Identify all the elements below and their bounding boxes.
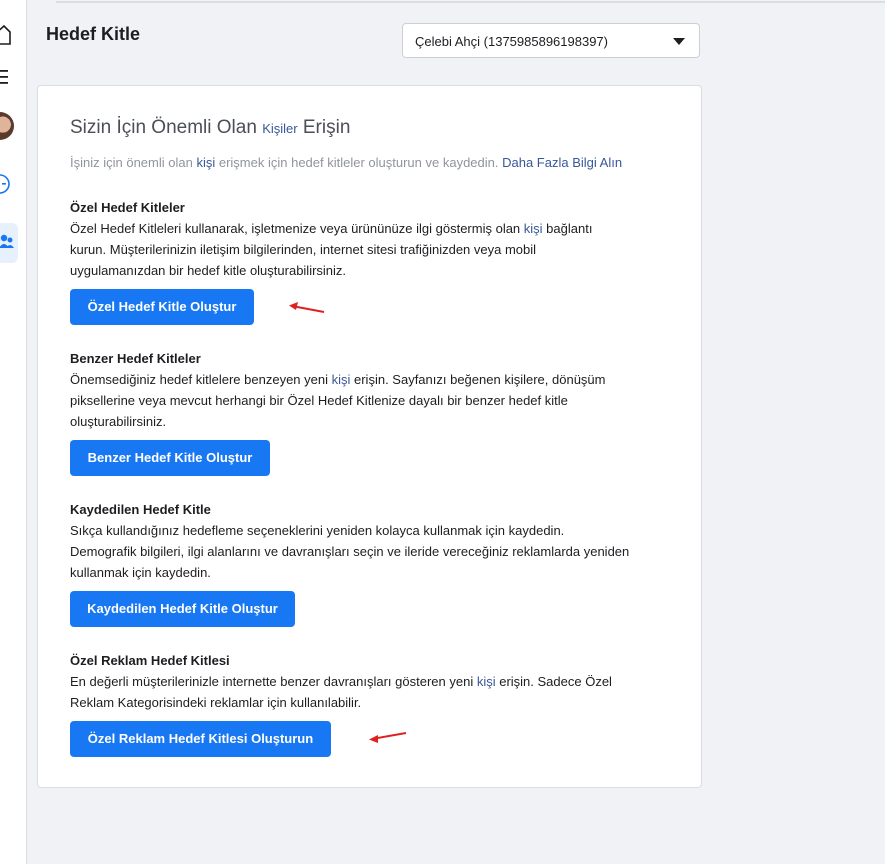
person-link[interactable]: kişi <box>524 221 543 236</box>
create-special-ad-audience-button[interactable]: Özel Reklam Hedef Kitlesi Oluşturun <box>70 721 331 757</box>
section-text-line: piksellerine veya mevcut herhangi bir Öz… <box>70 393 568 408</box>
section-text-line: kullanmak için kaydedin. <box>70 565 211 580</box>
section-title: Özel Hedef Kitleler <box>70 200 185 215</box>
section-text-line: oluşturabilirsiniz. <box>70 414 167 429</box>
create-saved-audience-button[interactable]: Kaydedilen Hedef Kitle Oluştur <box>70 591 295 627</box>
section-text-line: Demografik bilgileri, ilgi alanlarını ve… <box>70 544 630 559</box>
audience-icon <box>0 234 14 248</box>
section-text-line-end: erişin. Sadece Özel <box>495 674 612 689</box>
section-title: Kaydedilen Hedef Kitle <box>70 502 211 517</box>
section-text-line-end: erişin. Sayfanızı beğenen kişilere, dönü… <box>350 372 606 387</box>
saved-audience-section: Kaydedilen Hedef Kitle Sıkça kullandığın… <box>70 499 670 627</box>
card-subtitle-text-end: erişmek için hedef kitleler oluşturun ve… <box>215 155 503 170</box>
section-text: En değerli müşterilerinizle internette b… <box>70 671 670 713</box>
section-text-line: En değerli müşterilerinizle internette b… <box>70 674 477 689</box>
section-text: Önemsediğiniz hedef kitlelere benzeyen y… <box>70 369 670 432</box>
create-custom-audience-button[interactable]: Özel Hedef Kitle Oluştur <box>70 289 254 325</box>
section-title: Özel Reklam Hedef Kitlesi <box>70 653 230 668</box>
section-title: Benzer Hedef Kitleler <box>70 351 201 366</box>
card-title: Sizin İçin Önemli Olan Kişiler Erişin <box>70 117 350 139</box>
avatar[interactable] <box>0 112 14 140</box>
annotation-arrow-icon <box>369 732 407 743</box>
person-link[interactable]: kişi <box>477 674 496 689</box>
section-text-line: Önemsediğiniz hedef kitlelere benzeyen y… <box>70 372 332 387</box>
custom-audience-section: Özel Hedef Kitleler Özel Hedef Kitleleri… <box>70 197 670 325</box>
audience-card: Sizin İçin Önemli Olan Kişiler Erişin İş… <box>37 85 702 788</box>
people-link[interactable]: Kişiler <box>262 121 297 136</box>
section-text-line: kurun. Müşterilerinizin iletişim bilgile… <box>70 242 537 257</box>
section-text-line-end: bağlantı <box>542 221 593 236</box>
circle-icon[interactable] <box>0 172 18 194</box>
section-text-line: Reklam Kategorisindeki reklamlar için ku… <box>70 695 362 710</box>
section-text: Sıkça kullandığınız hedefleme seçenekler… <box>70 520 670 583</box>
left-sidebar <box>0 0 27 864</box>
learn-more-link[interactable]: Daha Fazla Bilgi Alın <box>502 155 622 170</box>
card-title-text: Sizin İçin Önemli Olan <box>70 117 263 138</box>
section-text-line: Sıkça kullandığınız hedefleme seçenekler… <box>70 523 565 538</box>
section-text: Özel Hedef Kitleleri kullanarak, işletme… <box>70 218 670 281</box>
person-link[interactable]: kişi <box>196 155 215 170</box>
ad-account-value: Çelebi Ahçi (1375985896198397) <box>415 34 608 49</box>
audience-nav-item[interactable] <box>0 223 18 263</box>
section-text-line: Özel Hedef Kitleleri kullanarak, işletme… <box>70 221 524 236</box>
page-title: Hedef Kitle <box>46 24 141 44</box>
annotation-arrow-icon <box>289 302 325 313</box>
section-text-line: uygulamanızdan bir hedef kitle oluşturab… <box>70 263 347 278</box>
card-title-text-end: Erişin <box>297 117 351 138</box>
special-ad-audience-section: Özel Reklam Hedef Kitlesi En değerli müş… <box>70 650 670 757</box>
create-lookalike-audience-button[interactable]: Benzer Hedef Kitle Oluştur <box>70 440 270 476</box>
home-icon[interactable] <box>0 24 18 46</box>
card-subtitle-text: İşiniz için önemli olan <box>70 155 197 170</box>
lookalike-audience-section: Benzer Hedef Kitleler Önemsediğiniz hede… <box>70 348 670 476</box>
ad-account-select[interactable]: Çelebi Ahçi (1375985896198397) <box>402 23 700 58</box>
menu-icon[interactable] <box>0 66 18 88</box>
top-divider <box>26 0 885 4</box>
card-subtitle: İşiniz için önemli olan kişi erişmek içi… <box>70 155 622 170</box>
person-link[interactable]: kişi <box>332 372 351 387</box>
chevron-down-icon <box>673 38 685 45</box>
